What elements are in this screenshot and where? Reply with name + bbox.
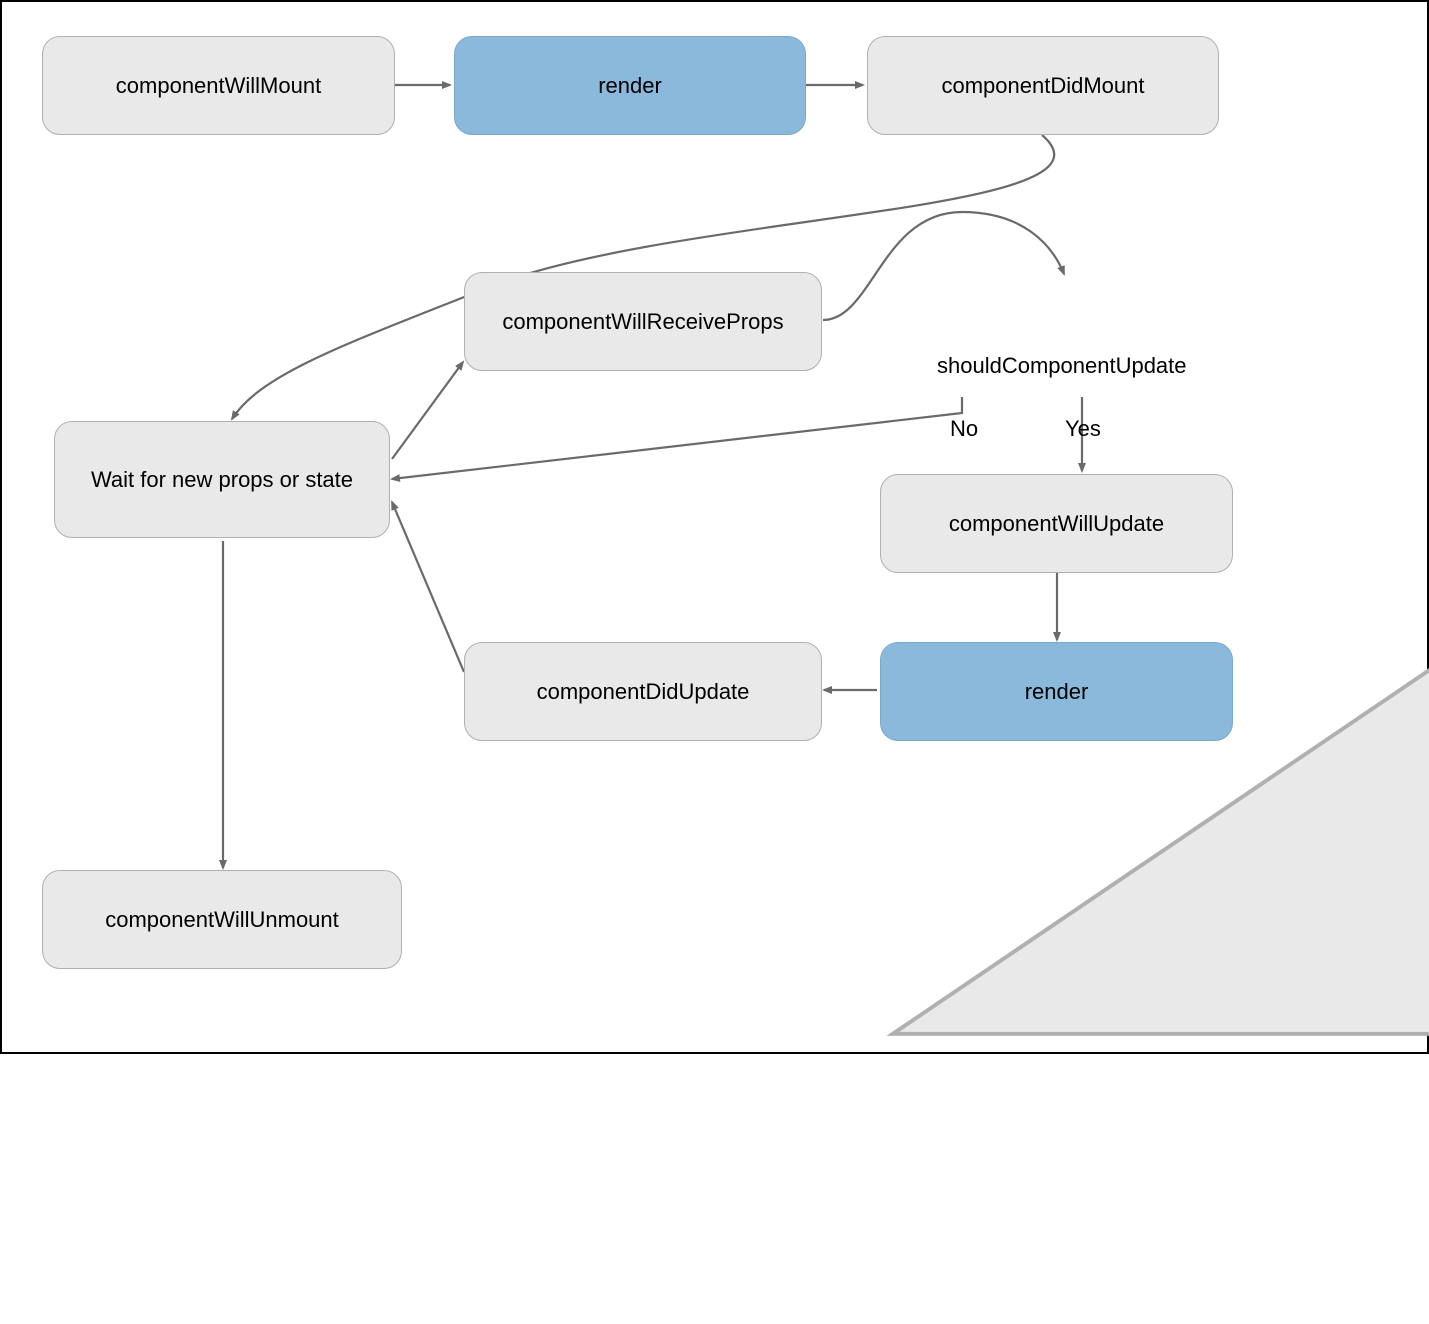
node-component-did-mount: componentDidMount bbox=[867, 36, 1219, 135]
label-yes: Yes bbox=[1065, 416, 1101, 442]
diagram-frame: componentWillMount render componentDidMo… bbox=[0, 0, 1429, 1054]
label-no: No bbox=[950, 416, 978, 442]
node-render-1: render bbox=[454, 36, 806, 135]
edge-didupdate-wait bbox=[392, 502, 464, 672]
edge-wait-receiveprops bbox=[392, 362, 463, 459]
node-component-will-mount: componentWillMount bbox=[42, 36, 395, 135]
node-component-did-update: componentDidUpdate bbox=[464, 642, 822, 741]
node-component-will-unmount: componentWillUnmount bbox=[42, 870, 402, 969]
node-wait-state: Wait for new props or state bbox=[54, 421, 390, 538]
node-component-will-update: componentWillUpdate bbox=[880, 474, 1233, 573]
node-component-will-receive-props: componentWillReceiveProps bbox=[464, 272, 822, 371]
label-should-component-update: shouldComponentUpdate bbox=[937, 353, 1179, 379]
node-render-2: render bbox=[880, 642, 1233, 741]
